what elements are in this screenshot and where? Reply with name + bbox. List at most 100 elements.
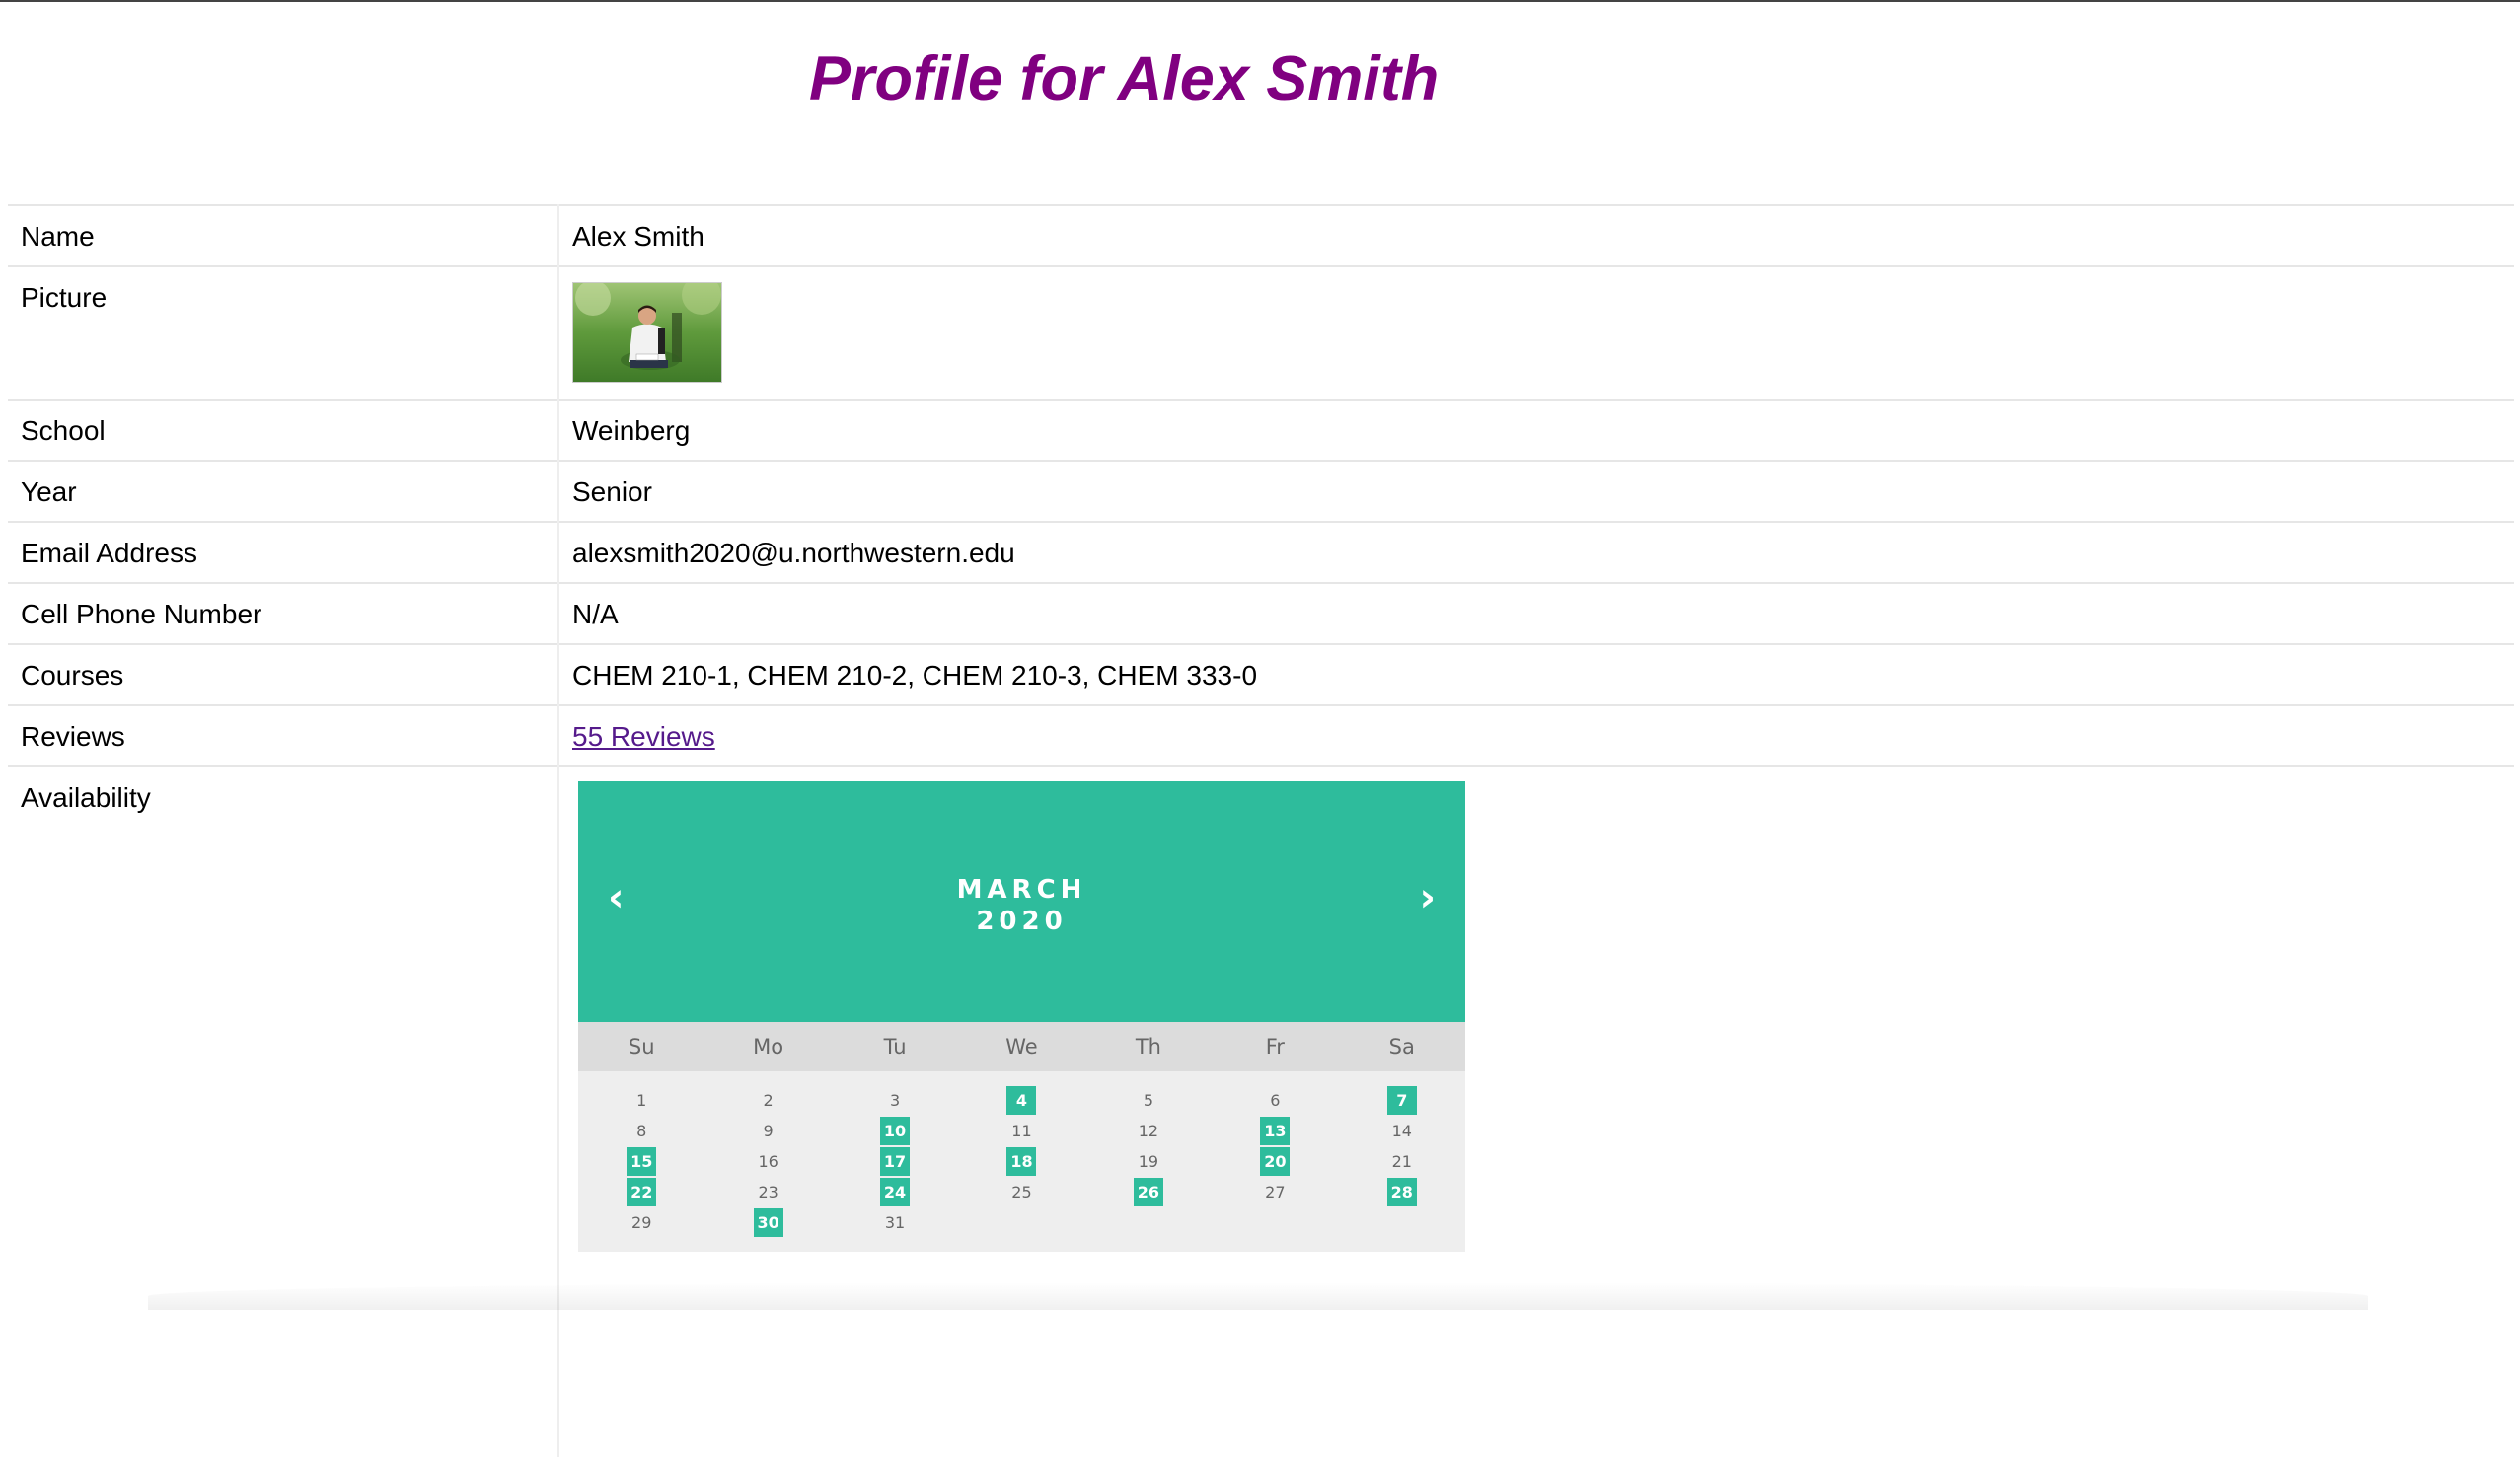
calendar-day-number: 19: [1138, 1152, 1159, 1171]
profile-row-availability: Availability ‹ MARCH 2020 › Su Mo Tu We …: [8, 765, 2514, 1457]
weekday-label: Tu: [883, 1035, 907, 1058]
calendar-day-number: 7: [1386, 1086, 1417, 1115]
calendar-weekday-bar: Su Mo Tu We Th Fr Sa: [578, 1022, 1465, 1071]
calendar-day[interactable]: 31: [832, 1207, 958, 1238]
calendar-day-available[interactable]: 15: [578, 1146, 704, 1177]
calendar-day-available[interactable]: 7: [1339, 1085, 1465, 1116]
profile-photo-image: [573, 283, 721, 382]
calendar-day-number: 10: [880, 1117, 911, 1145]
calendar-day[interactable]: 14: [1339, 1116, 1465, 1146]
calendar-day-number: 2: [763, 1091, 774, 1110]
calendar-day-number: 8: [636, 1122, 647, 1140]
calendar-day-available[interactable]: 28: [1339, 1177, 1465, 1207]
profile-row-year: Year Senior: [8, 460, 2514, 522]
calendar-day-available[interactable]: 30: [704, 1207, 831, 1238]
calendar-next-month-button[interactable]: ›: [1420, 878, 1436, 917]
email-value: alexsmith2020@u.northwestern.edu: [558, 521, 2514, 583]
school-value: Weinberg: [558, 399, 2514, 461]
calendar-day[interactable]: 11: [958, 1116, 1084, 1146]
calendar-day-available[interactable]: 20: [1212, 1146, 1338, 1177]
calendar-day-available[interactable]: 26: [1085, 1177, 1212, 1207]
calendar-day-available[interactable]: 22: [578, 1177, 704, 1207]
calendar-day-number: 3: [889, 1091, 901, 1110]
availability-label: Availability: [8, 765, 559, 1457]
calendar-day[interactable]: 23: [704, 1177, 831, 1207]
calendar-day-number: 26: [1133, 1178, 1163, 1206]
school-label: School: [8, 399, 559, 461]
calendar-day-available[interactable]: 10: [832, 1116, 958, 1146]
profile-row-courses: Courses CHEM 210-1, CHEM 210-2, CHEM 210…: [8, 643, 2514, 705]
calendar-day-number: 23: [758, 1183, 778, 1202]
phone-label: Cell Phone Number: [8, 582, 559, 644]
calendar-day[interactable]: 2: [704, 1085, 831, 1116]
weekday-label: Fr: [1265, 1035, 1285, 1058]
courses-label: Courses: [8, 643, 559, 705]
weekday-label: Mo: [753, 1035, 784, 1058]
profile-row-reviews: Reviews 55 Reviews: [8, 704, 2514, 766]
reviews-cell: 55 Reviews: [558, 704, 2514, 766]
calendar-day-available[interactable]: 18: [958, 1146, 1084, 1177]
calendar-day-number: 31: [884, 1213, 906, 1232]
profile-row-school: School Weinberg: [8, 399, 2514, 461]
reviews-link[interactable]: 55 Reviews: [572, 721, 715, 752]
calendar-day[interactable]: 29: [578, 1207, 704, 1238]
calendar-day[interactable]: 8: [578, 1116, 704, 1146]
calendar-day[interactable]: 1: [578, 1085, 704, 1116]
profile-table: Name Alex Smith Picture School Weinberg …: [8, 204, 2514, 1457]
calendar-day[interactable]: 25: [958, 1177, 1084, 1207]
phone-value: N/A: [558, 582, 2514, 644]
window-top-border: [0, 0, 2520, 2]
calendar-day-available[interactable]: 4: [958, 1085, 1084, 1116]
calendar-day-number: 4: [1006, 1086, 1037, 1115]
profile-row-picture: Picture: [8, 265, 2514, 400]
picture-label: Picture: [8, 265, 559, 400]
year-value: Senior: [558, 460, 2514, 522]
picture-cell: [558, 265, 2514, 400]
calendar-day[interactable]: 6: [1212, 1085, 1338, 1116]
profile-row-email: Email Address alexsmith2020@u.northweste…: [8, 521, 2514, 583]
calendar-year: 2020: [976, 907, 1068, 936]
calendar-day-number: 6: [1270, 1091, 1281, 1110]
profile-picture: [572, 282, 722, 383]
calendar-header: ‹ MARCH 2020 ›: [578, 781, 1465, 1022]
calendar-day[interactable]: 19: [1085, 1146, 1212, 1177]
calendar-day-available[interactable]: 13: [1212, 1116, 1338, 1146]
calendar-day-available[interactable]: 17: [832, 1146, 958, 1177]
calendar-day-number: 13: [1260, 1117, 1291, 1145]
weekday-label: We: [1005, 1035, 1038, 1058]
calendar-day[interactable]: 16: [704, 1146, 831, 1177]
calendar-day-number: 16: [758, 1152, 778, 1171]
calendar-day-number: 24: [880, 1178, 911, 1206]
calendar-day[interactable]: 21: [1339, 1146, 1465, 1177]
reviews-label: Reviews: [8, 704, 559, 766]
calendar-day-number: 15: [627, 1147, 657, 1176]
calendar-day[interactable]: 3: [832, 1085, 958, 1116]
weekday-label: Sa: [1388, 1035, 1415, 1058]
calendar-day-number: 29: [631, 1213, 652, 1232]
calendar-title: MARCH 2020: [578, 874, 1465, 937]
calendar-day-number: 30: [753, 1208, 783, 1237]
name-label: Name: [8, 204, 559, 266]
calendar-day-number: 27: [1265, 1183, 1286, 1202]
calendar-day-number: 12: [1138, 1122, 1159, 1140]
calendar-day-number: 21: [1391, 1152, 1412, 1171]
availability-cell: ‹ MARCH 2020 › Su Mo Tu We Th Fr Sa 123: [558, 765, 2514, 1457]
calendar-day-number: 1: [636, 1091, 647, 1110]
calendar-day[interactable]: 5: [1085, 1085, 1212, 1116]
calendar-day-number: 5: [1143, 1091, 1154, 1110]
calendar-day-number: 9: [763, 1122, 774, 1140]
year-label: Year: [8, 460, 559, 522]
calendar-day-available[interactable]: 24: [832, 1177, 958, 1207]
calendar-days-grid: 1 2 3 4 5 6 7 8 9 10 11 12 13 14 15 16 17 18 19 20 21 22 23 24 2…: [578, 1071, 1465, 1252]
email-label: Email Address: [8, 521, 559, 583]
courses-value: CHEM 210-1, CHEM 210-2, CHEM 210-3, CHEM…: [558, 643, 2514, 705]
calendar-day[interactable]: 9: [704, 1116, 831, 1146]
calendar-day-number: 14: [1391, 1122, 1412, 1140]
weekday-label: Su: [628, 1035, 655, 1058]
weekday-label: Th: [1135, 1035, 1161, 1058]
calendar-day-number: 18: [1006, 1147, 1037, 1176]
availability-calendar: ‹ MARCH 2020 › Su Mo Tu We Th Fr Sa 123: [578, 781, 1465, 1252]
profile-row-name: Name Alex Smith: [8, 204, 2514, 266]
calendar-day[interactable]: 12: [1085, 1116, 1212, 1146]
calendar-day[interactable]: 27: [1212, 1177, 1338, 1207]
